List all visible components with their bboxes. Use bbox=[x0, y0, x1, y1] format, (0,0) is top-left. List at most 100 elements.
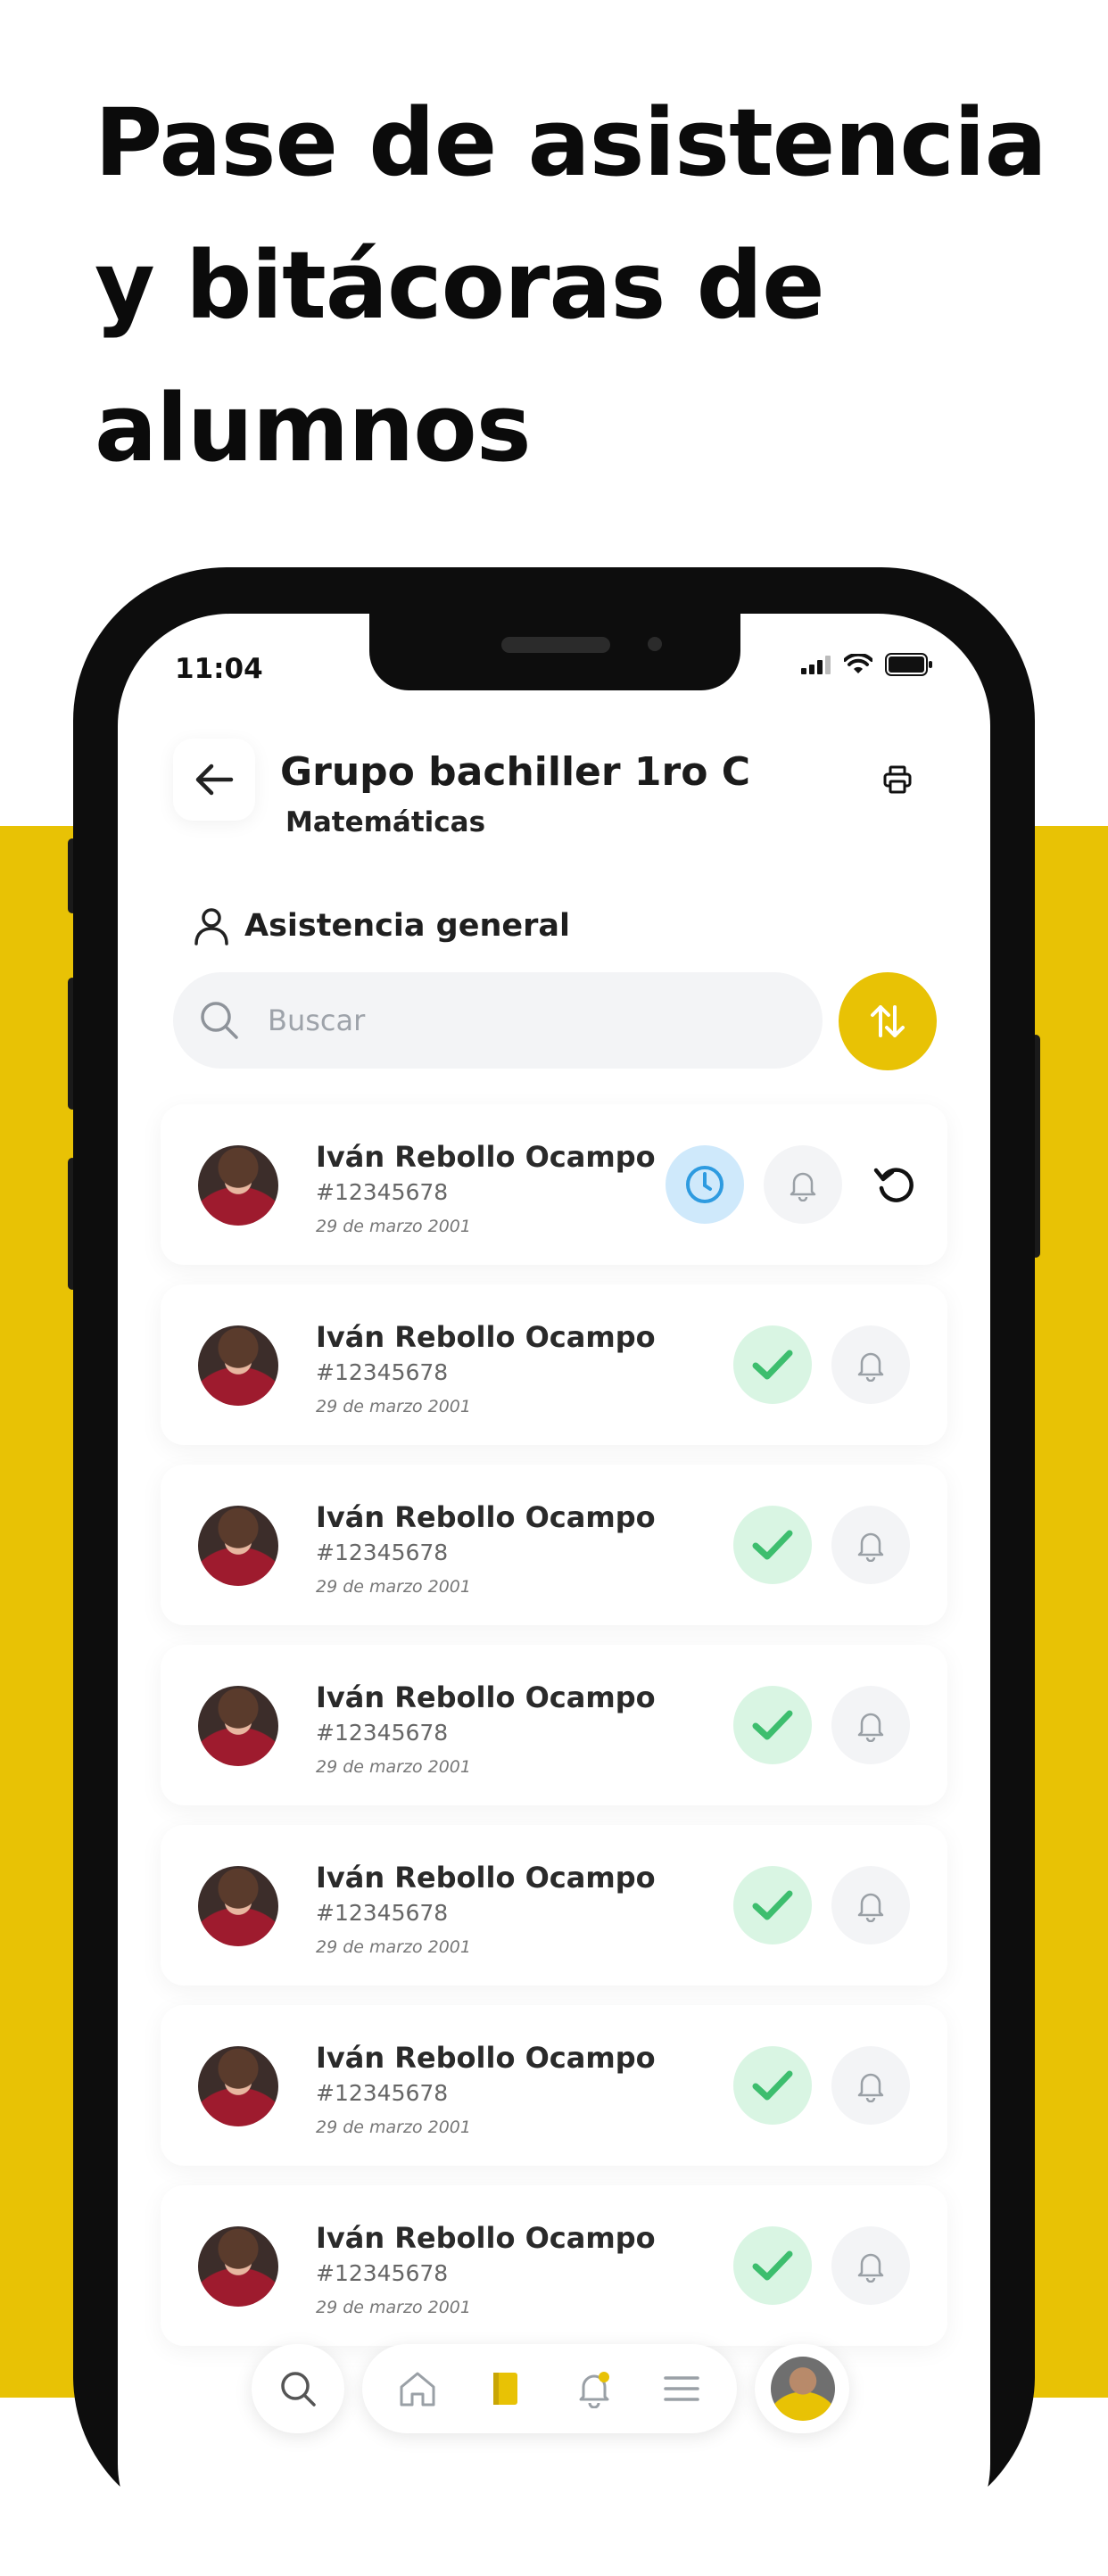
headline-line-3: alumnos bbox=[95, 374, 532, 483]
student-date: 29 de marzo 2001 bbox=[316, 1937, 471, 1957]
student-avatar bbox=[198, 1866, 278, 1946]
notify-button[interactable] bbox=[831, 1325, 910, 1404]
student-name: Iván Rebollo Ocampo bbox=[316, 2041, 656, 2075]
nav-search-pill[interactable] bbox=[252, 2344, 344, 2433]
student-id: #12345678 bbox=[316, 1179, 449, 1205]
check-icon bbox=[752, 1530, 793, 1560]
student-date: 29 de marzo 2001 bbox=[316, 2118, 471, 2137]
present-status-button[interactable] bbox=[733, 1506, 812, 1584]
printer-icon bbox=[883, 765, 912, 794]
nav-book[interactable] bbox=[480, 2364, 530, 2414]
student-name: Iván Rebollo Ocampo bbox=[316, 1500, 656, 1534]
bell-icon bbox=[579, 2372, 609, 2408]
battery-icon bbox=[885, 653, 932, 676]
student-card[interactable]: Iván Rebollo Ocampo #12345678 29 de marz… bbox=[161, 1645, 947, 1805]
student-card[interactable]: Iván Rebollo Ocampo #12345678 29 de marz… bbox=[161, 2005, 947, 2166]
search-input[interactable]: Buscar bbox=[268, 1003, 365, 1037]
present-status-button[interactable] bbox=[733, 1325, 812, 1404]
wifi-icon bbox=[844, 654, 872, 673]
phone-frame: 11:04 Grupo bachiller 1ro C Matemáticas … bbox=[73, 567, 1035, 2576]
search-icon bbox=[281, 2372, 316, 2407]
bell-icon bbox=[857, 1893, 884, 1922]
notify-button[interactable] bbox=[831, 2226, 910, 2305]
student-avatar bbox=[198, 1506, 278, 1586]
bell-icon bbox=[857, 2073, 884, 2102]
bottom-navigation bbox=[252, 2344, 858, 2433]
search-bar[interactable]: Buscar bbox=[173, 972, 823, 1069]
student-avatar bbox=[198, 1145, 278, 1226]
student-id: #12345678 bbox=[316, 1720, 449, 1746]
student-avatar bbox=[198, 2226, 278, 2307]
avatar[interactable] bbox=[771, 2357, 835, 2421]
reset-icon bbox=[873, 1168, 914, 1202]
headline-line-2: y bitácoras de bbox=[95, 231, 825, 340]
student-avatar bbox=[198, 1325, 278, 1406]
notify-button[interactable] bbox=[831, 2046, 910, 2125]
check-icon bbox=[752, 1890, 793, 1920]
sort-arrows-icon bbox=[871, 1005, 905, 1037]
nav-profile-pill[interactable] bbox=[755, 2344, 849, 2433]
student-name: Iván Rebollo Ocampo bbox=[316, 2221, 656, 2255]
check-icon bbox=[752, 1710, 793, 1740]
phone-screen: 11:04 Grupo bachiller 1ro C Matemáticas … bbox=[118, 614, 990, 2576]
student-id: #12345678 bbox=[316, 1359, 449, 1385]
notify-button[interactable] bbox=[831, 1866, 910, 1944]
present-status-button[interactable] bbox=[733, 1686, 812, 1764]
speaker-grille bbox=[501, 637, 610, 653]
print-button[interactable] bbox=[872, 755, 922, 805]
check-icon bbox=[752, 2250, 793, 2281]
student-avatar bbox=[198, 1686, 278, 1766]
nav-home[interactable] bbox=[393, 2364, 442, 2414]
present-status-button[interactable] bbox=[733, 2046, 812, 2125]
student-date: 29 de marzo 2001 bbox=[316, 1217, 471, 1236]
back-button[interactable] bbox=[173, 739, 255, 821]
student-name: Iván Rebollo Ocampo bbox=[316, 1140, 656, 1174]
present-status-button[interactable] bbox=[733, 2226, 812, 2305]
student-card[interactable]: Iván Rebollo Ocampo #12345678 29 de marz… bbox=[161, 1465, 947, 1625]
section-label: Asistencia general bbox=[244, 908, 571, 944]
student-id: #12345678 bbox=[316, 1540, 449, 1565]
notify-button[interactable] bbox=[764, 1145, 842, 1224]
menu-icon bbox=[664, 2376, 699, 2401]
student-date: 29 de marzo 2001 bbox=[316, 1577, 471, 1597]
student-card[interactable]: Iván Rebollo Ocampo #12345678 29 de marz… bbox=[161, 1284, 947, 1445]
nav-notifications[interactable] bbox=[569, 2364, 619, 2414]
page-title: Grupo bachiller 1ro C bbox=[280, 749, 751, 795]
student-id: #12345678 bbox=[316, 2080, 449, 2106]
section-header: Asistencia general bbox=[193, 906, 570, 945]
home-icon bbox=[400, 2372, 435, 2407]
arrow-left-icon bbox=[195, 764, 234, 796]
late-status-button[interactable] bbox=[666, 1145, 744, 1224]
bell-icon bbox=[857, 1713, 884, 1742]
sort-button[interactable] bbox=[839, 972, 937, 1070]
bell-icon bbox=[857, 1532, 884, 1562]
student-id: #12345678 bbox=[316, 1900, 449, 1926]
student-card[interactable]: Iván Rebollo Ocampo #12345678 29 de marz… bbox=[161, 1104, 947, 1265]
check-icon bbox=[752, 1350, 793, 1380]
promo-headline: Pase de asistencia y bitácoras de alumno… bbox=[95, 71, 1076, 500]
student-id: #12345678 bbox=[316, 2260, 449, 2286]
user-icon bbox=[194, 908, 228, 945]
search-icon bbox=[201, 1002, 238, 1039]
student-name: Iván Rebollo Ocampo bbox=[316, 1320, 656, 1354]
bell-icon bbox=[857, 1352, 884, 1382]
status-time: 11:04 bbox=[175, 653, 263, 685]
student-card[interactable]: Iván Rebollo Ocampo #12345678 29 de marz… bbox=[161, 2185, 947, 2346]
student-date: 29 de marzo 2001 bbox=[316, 1397, 471, 1416]
reset-button[interactable] bbox=[856, 1145, 935, 1224]
student-name: Iván Rebollo Ocampo bbox=[316, 1861, 656, 1895]
student-avatar bbox=[198, 2046, 278, 2126]
notch bbox=[369, 614, 740, 690]
notify-button[interactable] bbox=[831, 1686, 910, 1764]
nav-menu[interactable] bbox=[657, 2364, 707, 2414]
nav-search[interactable] bbox=[273, 2364, 323, 2414]
present-status-button[interactable] bbox=[733, 1866, 812, 1944]
headline-line-1: Pase de asistencia bbox=[95, 88, 1047, 197]
bell-icon bbox=[857, 2253, 884, 2283]
bell-icon bbox=[790, 1172, 816, 1201]
student-card[interactable]: Iván Rebollo Ocampo #12345678 29 de marz… bbox=[161, 1825, 947, 1986]
nav-main-pill bbox=[362, 2344, 737, 2433]
notify-button[interactable] bbox=[831, 1506, 910, 1584]
clock-icon bbox=[686, 1166, 724, 1203]
student-name: Iván Rebollo Ocampo bbox=[316, 1680, 656, 1714]
